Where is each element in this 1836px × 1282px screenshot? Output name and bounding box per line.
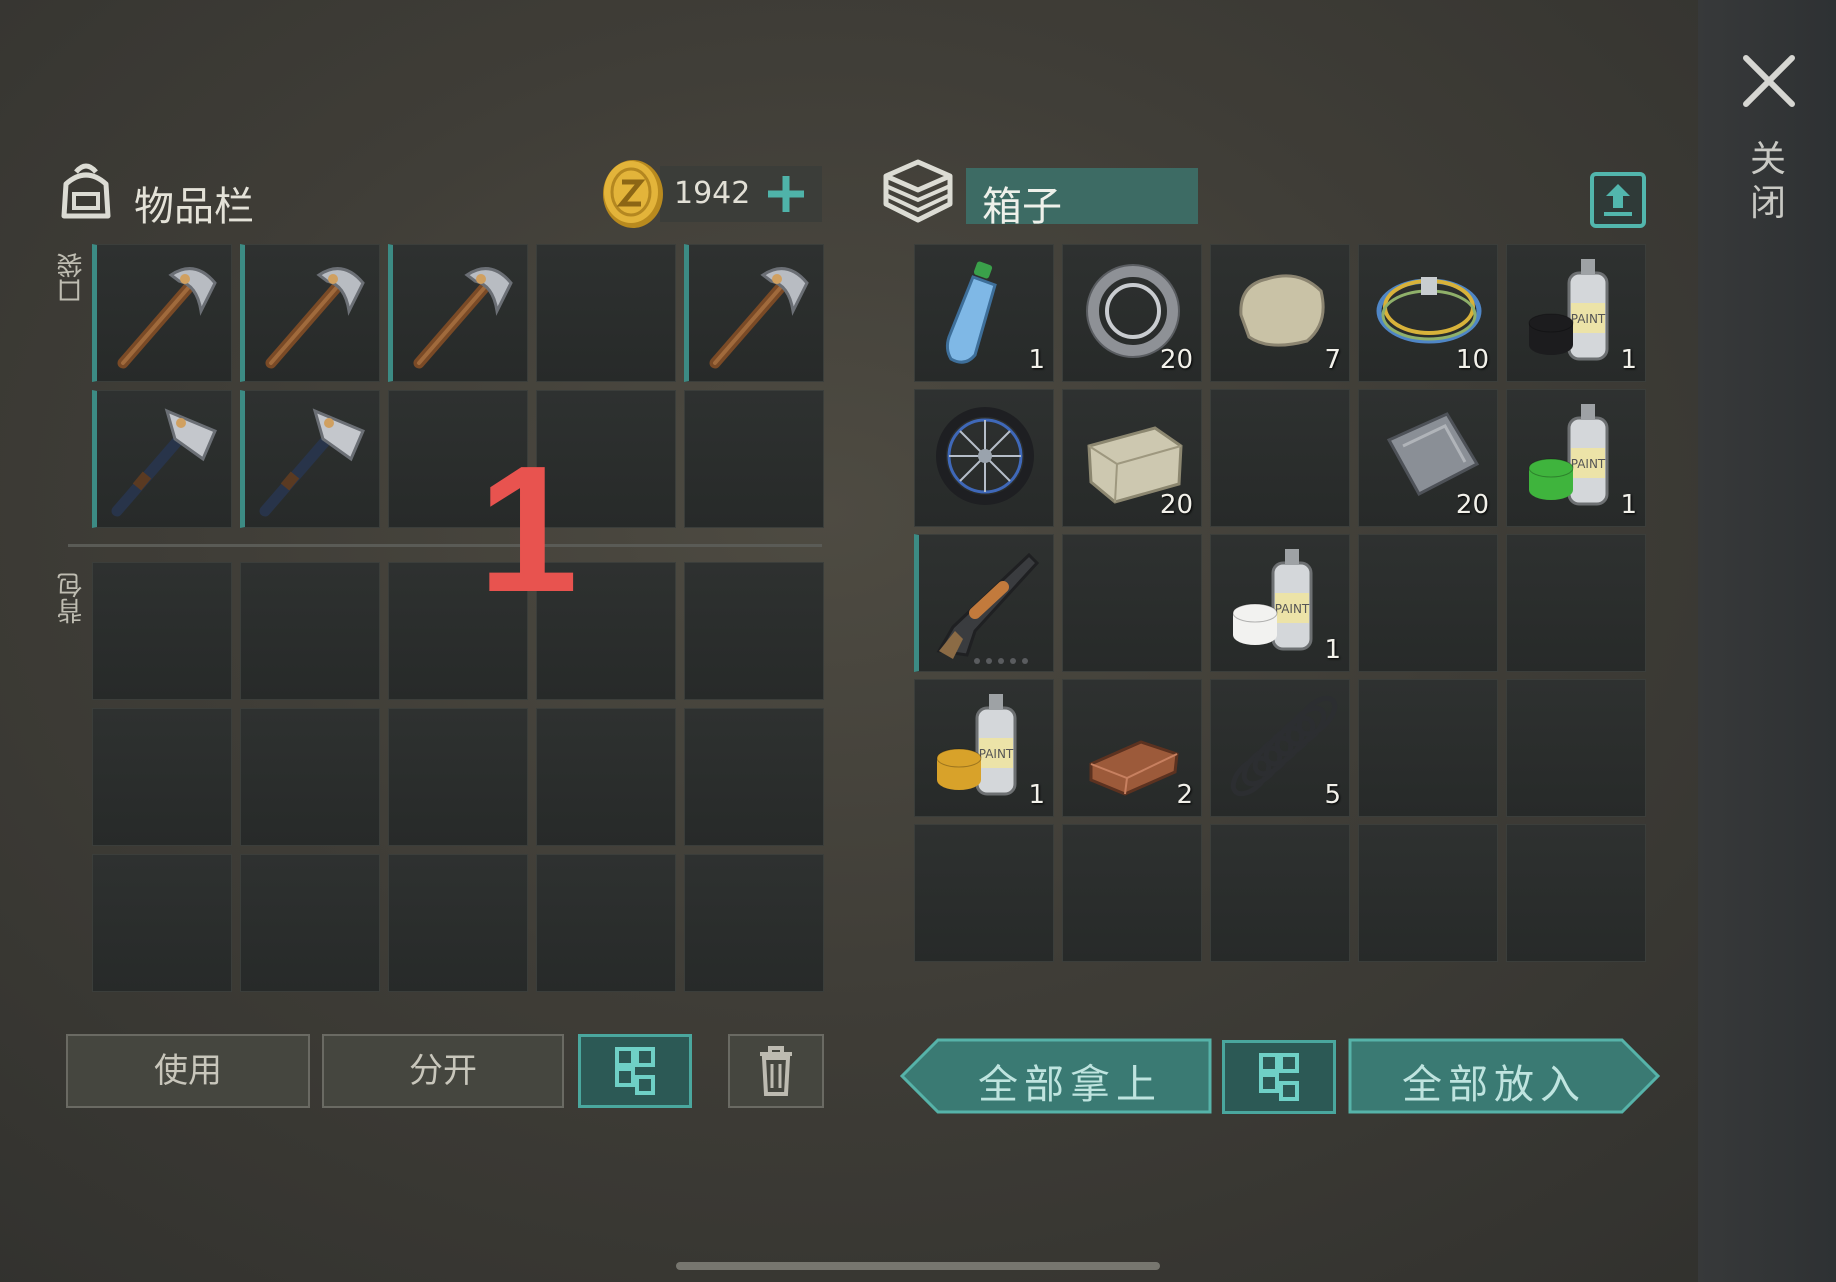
pickaxe-icon	[117, 267, 217, 369]
inventory-title: 物品栏	[134, 184, 254, 230]
item-slot-pickaxe[interactable]	[240, 244, 380, 382]
item-slot-water-bottle[interactable]: 1	[914, 244, 1054, 382]
item-slot-wire-coil[interactable]: 10	[1358, 244, 1498, 382]
coin-icon	[603, 160, 663, 228]
item-quantity: 2	[1176, 780, 1193, 810]
hatchet-icon	[111, 408, 217, 517]
empty-slot[interactable]	[1506, 824, 1646, 962]
item-quantity: 20	[1455, 490, 1489, 520]
empty-slot[interactable]	[1358, 679, 1498, 817]
item-slot-copper-ingot[interactable]: 2	[1062, 679, 1202, 817]
put-all-label: 全部放入	[1402, 1062, 1586, 1108]
item-quantity: 10	[1455, 345, 1489, 375]
sort-inventory-button[interactable]	[578, 1034, 692, 1108]
close-icon[interactable]	[1740, 52, 1798, 110]
empty-slot[interactable]	[1358, 534, 1498, 672]
item-quantity: 1	[1324, 635, 1341, 665]
item-slot-spray-paint-yellow[interactable]: PAINT 1	[914, 679, 1054, 817]
empty-slot[interactable]	[1062, 534, 1202, 672]
item-slot-wheel[interactable]	[914, 389, 1054, 527]
item-slot-hatchet[interactable]	[92, 390, 232, 528]
empty-slot[interactable]	[536, 244, 676, 382]
item-quantity: 5	[1324, 780, 1341, 810]
use-button[interactable]: 使用	[66, 1034, 310, 1108]
grid-icon	[615, 1047, 655, 1095]
add-coins-icon[interactable]	[762, 170, 810, 218]
item-slot-bearing[interactable]: 20	[1062, 244, 1202, 382]
item-quantity: 20	[1159, 490, 1193, 520]
empty-slot[interactable]	[536, 854, 676, 992]
trash-icon	[760, 1046, 792, 1096]
item-quantity: 1	[1620, 345, 1637, 375]
item-slot-spray-paint-white[interactable]: PAINT 1	[1210, 534, 1350, 672]
empty-slot[interactable]	[536, 708, 676, 846]
svg-text:PAINT: PAINT	[1275, 602, 1310, 616]
pickaxe-icon	[413, 267, 513, 369]
empty-slot[interactable]	[1210, 824, 1350, 962]
empty-slot[interactable]	[240, 562, 380, 700]
empty-slot[interactable]	[1062, 824, 1202, 962]
empty-slot[interactable]	[388, 708, 528, 846]
item-slot-pickaxe[interactable]	[92, 244, 232, 382]
box-title: 箱子	[982, 184, 1062, 230]
empty-slot[interactable]	[684, 708, 824, 846]
svg-text:PAINT: PAINT	[979, 747, 1014, 761]
shotgun-icon	[936, 552, 1040, 664]
empty-slot[interactable]	[92, 708, 232, 846]
split-button[interactable]: 分开	[322, 1034, 564, 1108]
wheel-icon	[936, 407, 1034, 505]
empty-slot[interactable]	[914, 824, 1054, 962]
pocket-label: 口袋	[57, 252, 87, 304]
take-all-label: 全部拿上	[978, 1062, 1162, 1108]
item-slot-spray-paint-green[interactable]: PAINT 1	[1506, 389, 1646, 527]
backpack-label: 背包	[57, 572, 87, 624]
pickaxe-icon	[265, 267, 365, 369]
empty-slot[interactable]	[1210, 389, 1350, 527]
item-slot-shotgun[interactable]	[914, 534, 1054, 672]
item-quantity: 1	[1028, 780, 1045, 810]
item-quantity: 7	[1324, 345, 1341, 375]
item-quantity: 20	[1159, 345, 1193, 375]
coin-amount: 1942	[674, 176, 751, 211]
item-slot-limestone-block[interactable]: 20	[1062, 389, 1202, 527]
empty-slot[interactable]	[684, 390, 824, 528]
item-quantity: 1	[1028, 345, 1045, 375]
crate-icon	[883, 159, 953, 223]
sort-container-button[interactable]	[1222, 1040, 1336, 1114]
grid-icon	[1259, 1053, 1299, 1101]
trash-button[interactable]	[728, 1034, 824, 1108]
item-slot-spray-paint-black[interactable]: PAINT 1	[1506, 244, 1646, 382]
svg-text:PAINT: PAINT	[1571, 312, 1606, 326]
pickaxe-icon	[709, 267, 809, 369]
hatchet-icon	[259, 408, 365, 517]
empty-slot[interactable]	[1506, 679, 1646, 817]
item-quantity: 1	[1620, 490, 1637, 520]
empty-slot[interactable]	[240, 708, 380, 846]
close-label[interactable]: 关闭	[1748, 138, 1788, 226]
svg-text:PAINT: PAINT	[1571, 457, 1606, 471]
overlay-number: 1	[478, 429, 579, 630]
empty-slot[interactable]	[684, 562, 824, 700]
item-slot-spring[interactable]: 5	[1210, 679, 1350, 817]
empty-slot[interactable]	[240, 854, 380, 992]
item-slot-stone[interactable]: 7	[1210, 244, 1350, 382]
empty-slot[interactable]	[684, 854, 824, 992]
item-slot-pickaxe[interactable]	[388, 244, 528, 382]
backpack-icon	[61, 163, 111, 219]
upload-icon	[1604, 184, 1632, 216]
empty-slot[interactable]	[92, 854, 232, 992]
empty-slot[interactable]	[92, 562, 232, 700]
item-slot-metal-plate[interactable]: 20	[1358, 389, 1498, 527]
empty-slot[interactable]	[1506, 534, 1646, 672]
empty-slot[interactable]	[388, 854, 528, 992]
export-button[interactable]	[1590, 172, 1646, 228]
item-slot-hatchet[interactable]	[240, 390, 380, 528]
empty-slot[interactable]	[1358, 824, 1498, 962]
home-indicator	[676, 1262, 1160, 1270]
section-divider	[68, 544, 822, 547]
item-slot-pickaxe[interactable]	[684, 244, 824, 382]
